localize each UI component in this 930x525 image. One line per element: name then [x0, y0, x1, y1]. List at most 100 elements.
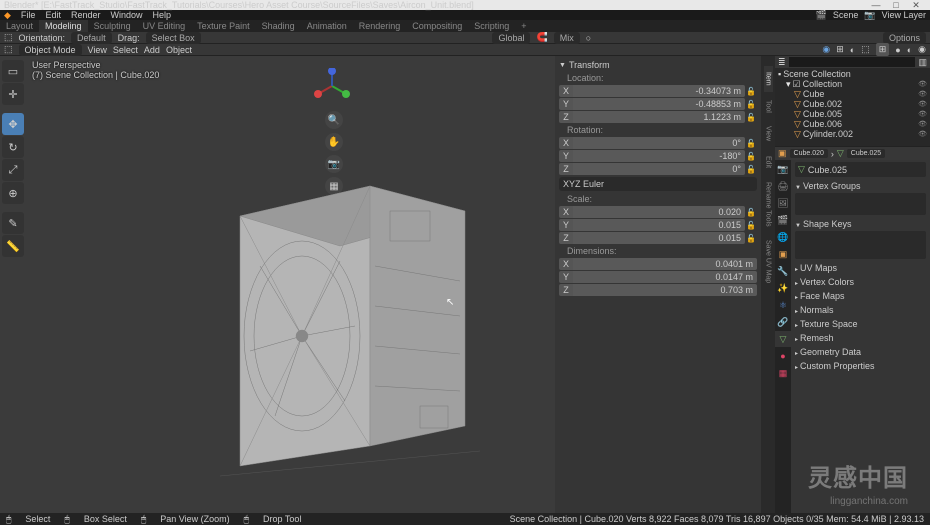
viewlayer-field[interactable]: View Layer — [882, 10, 926, 20]
tab-compositing[interactable]: Compositing — [406, 20, 468, 32]
pan-icon[interactable]: ✋ — [325, 133, 343, 151]
loc-x-field[interactable]: -0.34073 m — [573, 85, 745, 97]
menu-help[interactable]: Help — [153, 10, 172, 20]
prop-tab-scene-icon[interactable]: 🎬 — [775, 212, 791, 228]
tab-scripting[interactable]: Scripting — [468, 20, 515, 32]
menu-add[interactable]: Add — [144, 45, 160, 55]
lock-icon[interactable]: 🔓 — [745, 221, 757, 230]
lock-icon[interactable]: 🔓 — [745, 87, 757, 96]
cursor-tool-icon[interactable]: ✛ — [2, 83, 24, 105]
shading-rendered-icon[interactable]: ◉ — [918, 44, 926, 55]
tab-uvediting[interactable]: UV Editing — [137, 20, 192, 32]
shading-solid-icon[interactable]: ● — [895, 45, 900, 55]
proportional-icon[interactable]: ○ — [586, 33, 591, 43]
section-normals[interactable]: ▸Normals — [795, 303, 926, 317]
outliner-tree[interactable]: ▪Scene Collection ▾☑Collection👁 ▽Cube👁 ▽… — [775, 68, 930, 146]
menu-view[interactable]: View — [88, 45, 107, 55]
section-vertex-colors[interactable]: ▸Vertex Colors — [795, 275, 926, 289]
prop-tab-viewlayer-icon[interactable]: 🖼 — [775, 195, 791, 211]
tab-shading[interactable]: Shading — [256, 20, 301, 32]
npanel-tab-view[interactable]: View — [764, 120, 773, 147]
scene-field[interactable]: Scene — [833, 10, 859, 20]
3d-viewport[interactable]: ▭ ✛ ✥ ↻ ⤢ ⊕ ✎ 📏 User Perspective (7) Sce… — [0, 56, 555, 513]
section-custom-properties[interactable]: ▸Custom Properties — [795, 359, 926, 373]
xray-icon[interactable]: ⬚ — [861, 44, 870, 55]
mode-dropdown[interactable]: Object Mode — [19, 44, 82, 56]
rot-x-field[interactable]: 0° — [573, 137, 745, 149]
section-uv-maps[interactable]: ▸UV Maps — [795, 261, 926, 275]
tab-texturepaint[interactable]: Texture Paint — [191, 20, 256, 32]
maximize-icon[interactable]: □ — [886, 0, 906, 10]
rot-z-field[interactable]: 0° — [573, 163, 745, 175]
prop-tab-physics-icon[interactable]: ⚛ — [775, 297, 791, 313]
loc-y-field[interactable]: -0.48853 m — [573, 98, 745, 110]
menu-object[interactable]: Object — [166, 45, 192, 55]
overlays-icon[interactable]: ◐ — [850, 45, 855, 55]
mesh-name-field[interactable]: ▽Cube.025 — [795, 162, 926, 177]
npanel-tab-rename[interactable]: Rename Tools — [764, 176, 773, 233]
section-geometry-data[interactable]: ▸Geometry Data — [795, 345, 926, 359]
breadcrumb-obj[interactable]: Cube.020 — [790, 149, 828, 158]
rot-y-field[interactable]: -180° — [573, 150, 745, 162]
prop-tab-material-icon[interactable]: ● — [775, 348, 791, 364]
prop-tab-texture-icon[interactable]: ▦ — [775, 365, 791, 381]
menu-select[interactable]: Select — [113, 45, 138, 55]
lock-icon[interactable]: 🔓 — [745, 139, 757, 148]
section-texture-space[interactable]: ▸Texture Space — [795, 317, 926, 331]
transform-tool-icon[interactable]: ⊕ — [2, 182, 24, 204]
lock-icon[interactable]: 🔓 — [745, 100, 757, 109]
transform-orientation-dropdown[interactable]: Global — [492, 32, 530, 44]
nav-gizmo[interactable] — [314, 68, 350, 104]
npanel-tab-saveuv[interactable]: Save UV Map — [764, 234, 773, 289]
prop-tab-world-icon[interactable]: 🌐 — [775, 229, 791, 245]
shading-wireframe-icon[interactable]: ⊞ — [876, 43, 890, 56]
cursor-tool-icon[interactable]: ⬚ — [4, 32, 13, 43]
scl-z-field[interactable]: 0.015 — [573, 232, 745, 244]
tab-add[interactable]: + — [515, 20, 532, 32]
section-vertex-groups[interactable]: ▼Vertex Groups — [795, 179, 926, 193]
snap-icon[interactable]: 🧲 — [536, 32, 547, 43]
minimize-icon[interactable]: — — [866, 0, 886, 10]
loc-z-field[interactable]: 1.1223 m — [573, 111, 745, 123]
prop-tab-render-icon[interactable]: 📷 — [775, 161, 791, 177]
vertex-groups-list[interactable] — [795, 193, 926, 215]
npanel-tab-item[interactable]: Item — [764, 66, 773, 92]
gizmo-toggle-icon[interactable]: ⊞ — [836, 44, 844, 55]
prop-tab-object-icon[interactable]: ▣ — [775, 246, 791, 262]
rotation-mode-dropdown[interactable]: XYZ Euler — [559, 177, 757, 191]
prop-tab-output-icon[interactable]: 🖨 — [775, 178, 791, 194]
editor-type-icon[interactable]: ⬚ — [4, 44, 13, 55]
scl-x-field[interactable]: 0.020 — [573, 206, 745, 218]
dim-y-field[interactable]: 0.0147 m — [573, 271, 757, 283]
overlay-toggle-icon[interactable]: ◉ — [822, 44, 830, 55]
shape-keys-list[interactable] — [795, 231, 926, 259]
menu-window[interactable]: Window — [110, 10, 142, 20]
drag-dropdown[interactable]: Select Box — [146, 32, 201, 44]
shading-matprev-icon[interactable]: ◐ — [907, 45, 912, 55]
breadcrumb-mesh[interactable]: Cube.025 — [847, 149, 885, 158]
lock-icon[interactable]: 🔓 — [745, 165, 757, 174]
prop-tab-data-icon[interactable]: ▽ — [775, 331, 791, 347]
move-tool-icon[interactable]: ✥ — [2, 113, 24, 135]
lock-icon[interactable]: 🔓 — [745, 152, 757, 161]
lock-icon[interactable]: 🔓 — [745, 234, 757, 243]
section-shape-keys[interactable]: ▼Shape Keys — [795, 217, 926, 231]
lock-icon[interactable]: 🔓 — [745, 208, 757, 217]
section-remesh[interactable]: ▸Remesh — [795, 331, 926, 345]
tab-sculpting[interactable]: Sculpting — [88, 20, 137, 32]
tab-layout[interactable]: Layout — [0, 20, 39, 32]
scl-y-field[interactable]: 0.015 — [573, 219, 745, 231]
scale-tool-icon[interactable]: ⤢ — [2, 159, 24, 181]
outliner-icon[interactable]: ≣ — [778, 57, 786, 68]
prop-tab-constraints-icon[interactable]: 🔗 — [775, 314, 791, 330]
rotate-tool-icon[interactable]: ↻ — [2, 136, 24, 158]
select-tool-icon[interactable]: ▭ — [2, 60, 24, 82]
zoom-icon[interactable]: 🔍 — [325, 111, 343, 129]
menu-edit[interactable]: Edit — [45, 10, 61, 20]
npanel-tab-tool[interactable]: Tool — [764, 94, 773, 119]
menu-render[interactable]: Render — [71, 10, 101, 20]
prop-tab-particles-icon[interactable]: ✨ — [775, 280, 791, 296]
orientation-dropdown[interactable]: Default — [71, 32, 112, 44]
tab-rendering[interactable]: Rendering — [353, 20, 407, 32]
snap-dropdown[interactable]: Mix — [554, 32, 580, 44]
